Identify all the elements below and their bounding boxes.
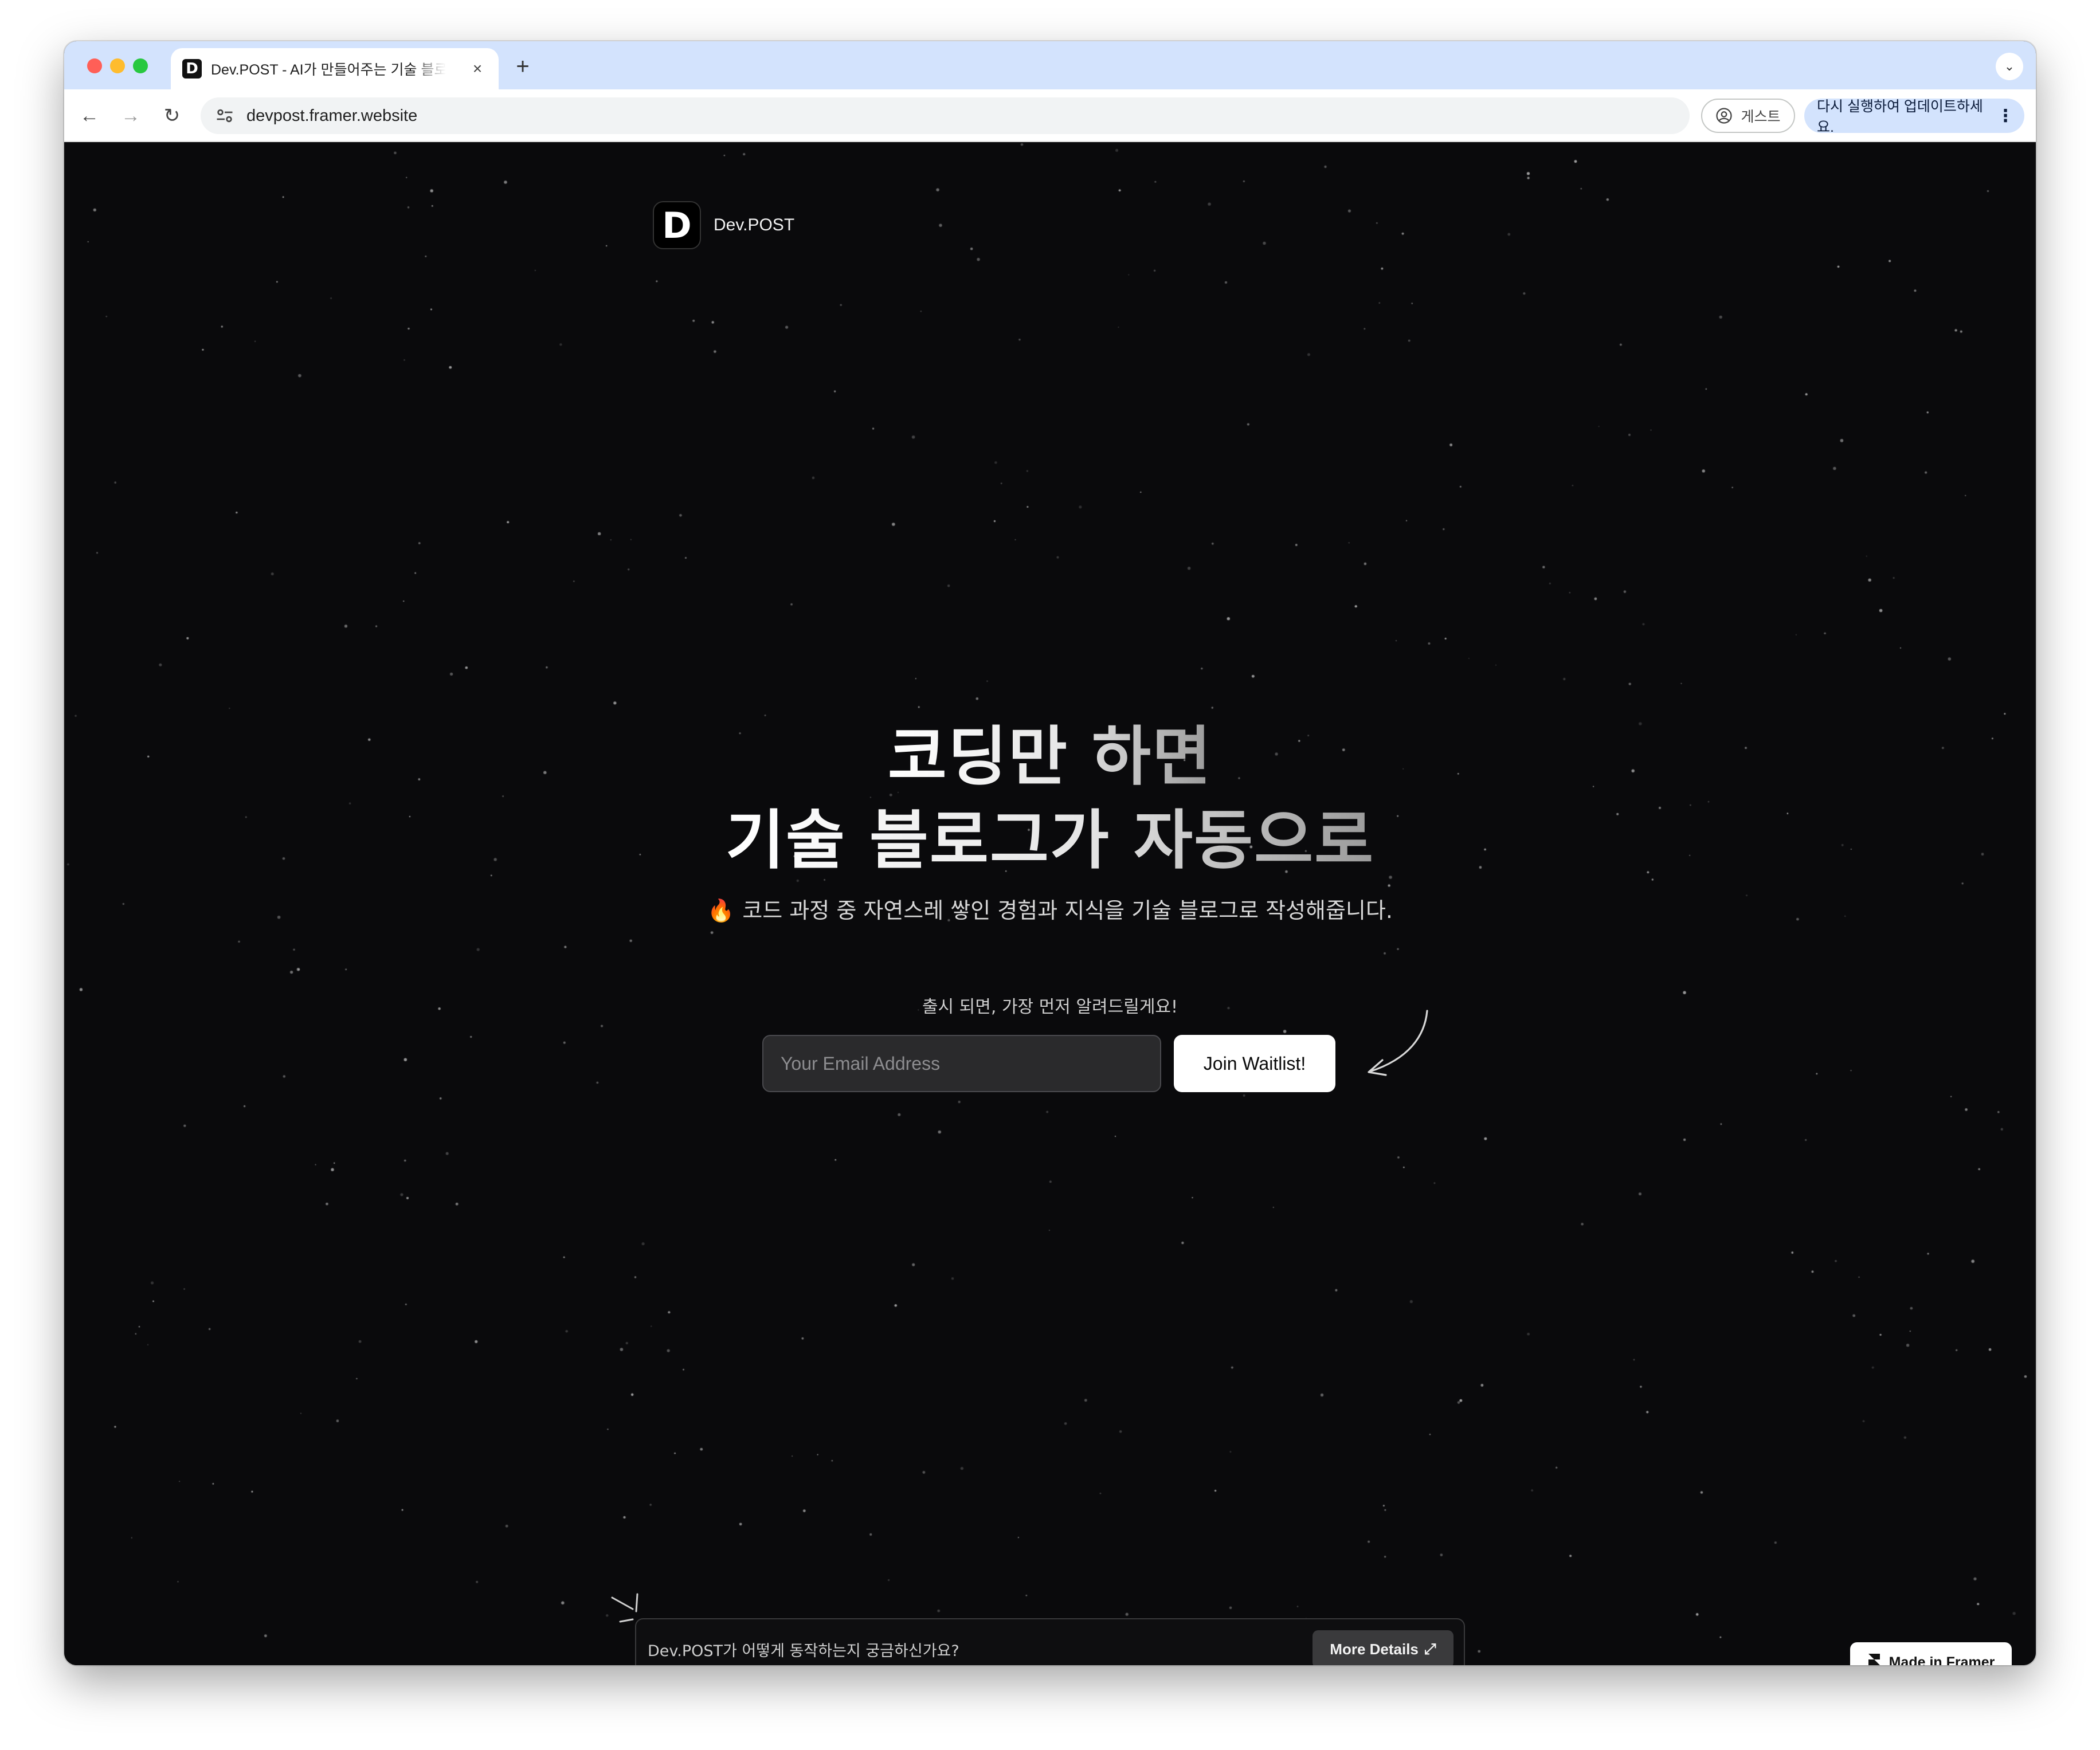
tab-favicon: D <box>182 59 202 79</box>
plus-icon[interactable]: + <box>510 54 535 79</box>
fire-icon: 🔥 <box>707 898 735 923</box>
tab-strip: D Dev.POST - AI가 만들어주는 기술 블로그 × + ⌄ <box>64 41 2036 89</box>
brand-name: Dev.POST <box>714 215 795 234</box>
forward-arrow-icon[interactable]: → <box>116 101 146 131</box>
tune-icon[interactable] <box>214 105 235 126</box>
tab-title: Dev.POST - AI가 만들어주는 기술 블로그 <box>211 62 446 78</box>
details-question: Dev.POST가 어떻게 동작하는지 궁금하신가요? <box>648 1642 959 1660</box>
framer-badge-label: Made in Framer <box>1889 1654 1995 1666</box>
framer-icon <box>1868 1654 1880 1665</box>
minimize-window-button[interactable] <box>110 58 125 73</box>
details-bar: Dev.POST가 어떻게 동작하는지 궁금하신가요? More Details… <box>635 1618 1465 1665</box>
brand-logo: D <box>653 201 701 249</box>
address-bar[interactable]: devpost.framer.website <box>201 97 1690 134</box>
back-arrow-icon[interactable]: ← <box>75 101 104 131</box>
headline-line-1: 코딩만 하면 <box>888 715 1212 799</box>
expand-icon: ⤢ <box>1424 1640 1436 1657</box>
chevron-down-icon[interactable]: ⌄ <box>1996 53 2023 80</box>
tab-devpost[interactable]: D Dev.POST - AI가 만들어주는 기술 블로그 × <box>171 48 499 89</box>
browser-toolbar: ← → ↻ devpost.framer.website 게스트 다시 실행하여… <box>64 89 2036 142</box>
made-in-framer-badge[interactable]: Made in Framer <box>1850 1642 2012 1665</box>
headline-line-2: 기술 블로그가 자동으로 <box>726 799 1374 882</box>
close-icon[interactable]: × <box>468 60 487 78</box>
maximize-window-button[interactable] <box>133 58 148 73</box>
guest-profile-button[interactable]: 게스트 <box>1701 99 1795 133</box>
guest-label: 게스트 <box>1741 109 1781 125</box>
more-details-button[interactable]: More Details ⤢ <box>1312 1630 1453 1665</box>
kebab-menu-icon[interactable]: ⋮ <box>1997 106 2014 126</box>
hero-headline: 코딩만 하면 기술 블로그가 자동으로 <box>64 715 2036 882</box>
page-content: D Dev.POST 코딩만 하면 기술 블로그가 자동으로 🔥 코드 과정 중 … <box>64 142 2036 1665</box>
update-label: 다시 실행하여 업데이트하세요. <box>1817 99 1983 135</box>
waitlist-notice: 출시 되면, 가장 먼저 알려드릴게요! <box>922 997 1178 1017</box>
join-waitlist-button[interactable]: Join Waitlist! <box>1174 1035 1335 1092</box>
more-details-label: More Details <box>1330 1640 1419 1658</box>
hero-subtitle: 🔥 코드 과정 중 자연스레 쌓인 경험과 지식을 기술 블로그로 작성해줍니다. <box>64 893 2036 924</box>
reload-icon[interactable]: ↻ <box>157 101 187 131</box>
update-button[interactable]: 다시 실행하여 업데이트하세요. ⋮ <box>1804 99 2024 135</box>
close-window-button[interactable] <box>87 58 102 73</box>
subtitle-text: 코드 과정 중 자연스레 쌓인 경험과 지식을 기술 블로그로 작성해줍니다. <box>742 898 1393 923</box>
email-input[interactable] <box>762 1035 1161 1092</box>
account-icon <box>1716 108 1733 124</box>
url-text: devpost.framer.website <box>246 106 418 125</box>
brand[interactable]: D Dev.POST <box>653 201 794 249</box>
browser-window: D Dev.POST - AI가 만들어주는 기술 블로그 × + ⌄ ← → … <box>64 41 2036 1665</box>
curved-arrow-doodle <box>1368 1010 1428 1076</box>
